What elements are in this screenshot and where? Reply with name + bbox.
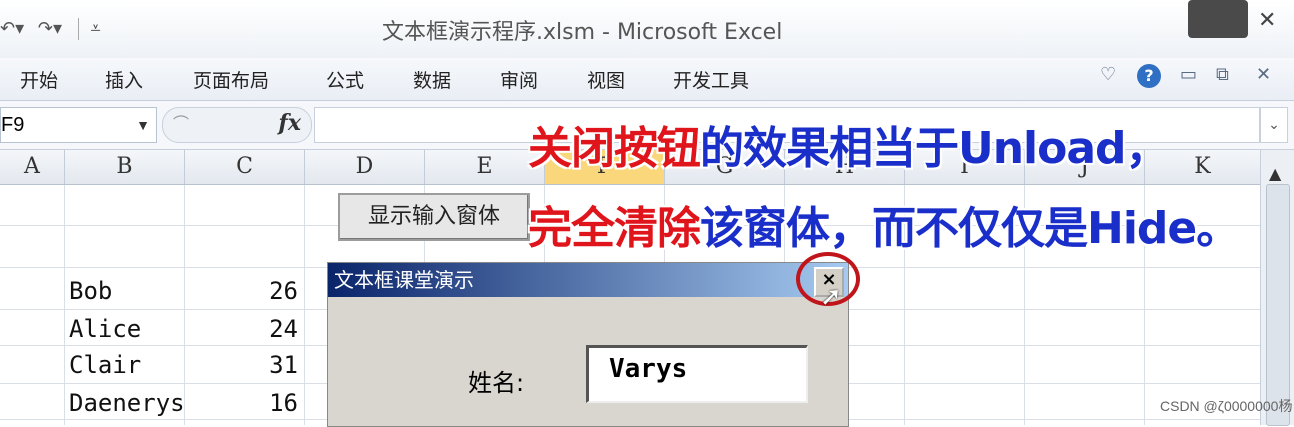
column-header-d[interactable]: D [305, 150, 425, 184]
insert-function-area: ⌒ fx [162, 107, 312, 143]
show-form-button[interactable]: 显示输入窗体 [338, 193, 530, 241]
scroll-up-icon[interactable]: ▲ [1269, 164, 1281, 183]
grid-line [64, 185, 65, 425]
redo-icon[interactable]: ↷▾ [38, 18, 62, 39]
minimize-ribbon-icon[interactable]: ♡ [1100, 64, 1116, 85]
name-box-value: F9 [1, 114, 25, 136]
annotation-line-1-red: 关闭按钮 [528, 123, 701, 174]
formula-cancel-icon[interactable]: ⌒ [173, 110, 189, 134]
vertical-scrollbar[interactable]: ▲ [1260, 150, 1294, 426]
cell-value[interactable]: 16 [198, 389, 298, 417]
cell-name[interactable]: Bob [69, 277, 112, 305]
qat-separator [77, 18, 79, 40]
title-bar: ↶▾ ↷▾ ⩡ 文本框演示程序.xlsm - Microsoft Excel ✕ [0, 0, 1294, 58]
help-icon[interactable]: ? [1137, 64, 1161, 88]
cell-name[interactable]: Alice [69, 315, 141, 343]
undo-icon[interactable]: ↶▾ [0, 18, 24, 39]
close-workbook-icon[interactable]: ✕ [1256, 64, 1271, 85]
window-controls[interactable] [1188, 0, 1248, 38]
ribbon-tabs: 开始 插入 页面布局 公式 数据 审阅 视图 开发工具 ♡ ▭ ⧉ ✕ [0, 58, 1294, 101]
cell-name[interactable]: Daenerys [69, 389, 185, 417]
userform-title: 文本框课堂演示 [328, 263, 848, 297]
annotation-line-2-blue: 该窗体，而不仅仅是Hide。 [700, 203, 1240, 254]
name-label: 姓名: [468, 369, 525, 397]
window-title: 文本框演示程序.xlsm - Microsoft Excel [382, 20, 783, 45]
tab-view[interactable]: 视图 [587, 66, 625, 93]
userform-dialog: 文本框课堂演示 × 姓名: Varys [327, 262, 849, 427]
tab-developer[interactable]: 开发工具 [673, 66, 749, 93]
tab-formulas[interactable]: 公式 [326, 66, 364, 93]
watermark: CSDN @ζ0000000杨 [1160, 398, 1293, 414]
column-header-c[interactable]: C [185, 150, 305, 184]
tab-review[interactable]: 审阅 [500, 66, 538, 93]
close-window-icon[interactable]: ✕ [1258, 8, 1276, 33]
scrollbar-thumb[interactable] [1266, 184, 1290, 426]
mouse-cursor-icon: ➚ [820, 282, 842, 312]
name-box[interactable]: F9 ▼ [0, 107, 157, 143]
grid-line [304, 185, 305, 425]
cell-name[interactable]: Clair [69, 351, 141, 379]
restore-icon[interactable]: ⧉ [1216, 64, 1229, 85]
cell-value[interactable]: 31 [198, 351, 298, 379]
customize-qat-icon[interactable]: ⩡ [90, 18, 100, 39]
tab-insert[interactable]: 插入 [105, 66, 143, 93]
annotation-line-1-blue: 的效果相当于Unload， [700, 123, 1170, 174]
cell-value[interactable]: 24 [198, 315, 298, 343]
minimize-icon[interactable]: ▭ [1180, 64, 1197, 85]
chevron-down-icon[interactable]: ▼ [136, 108, 150, 142]
annotation-line-2: 完全清除该窗体，而不仅仅是Hide。 [528, 192, 1240, 256]
column-header-b[interactable]: B [65, 150, 185, 184]
expand-formula-icon[interactable]: ⌄ [1260, 107, 1288, 143]
quick-access-toolbar: ↶▾ ↷▾ ⩡ [0, 18, 109, 40]
tab-data[interactable]: 数据 [413, 66, 451, 93]
tab-page-layout[interactable]: 页面布局 [193, 66, 269, 93]
column-header-e[interactable]: E [425, 150, 545, 184]
cell-value[interactable]: 26 [198, 277, 298, 305]
column-header-a[interactable]: A [0, 150, 65, 184]
name-textbox[interactable]: Varys [586, 345, 808, 403]
annotation-line-1: 关闭按钮的效果相当于Unload， [528, 112, 1170, 176]
tab-home[interactable]: 开始 [20, 66, 58, 93]
annotation-line-2-red: 完全清除 [528, 203, 701, 254]
fx-icon[interactable]: fx [278, 110, 301, 136]
